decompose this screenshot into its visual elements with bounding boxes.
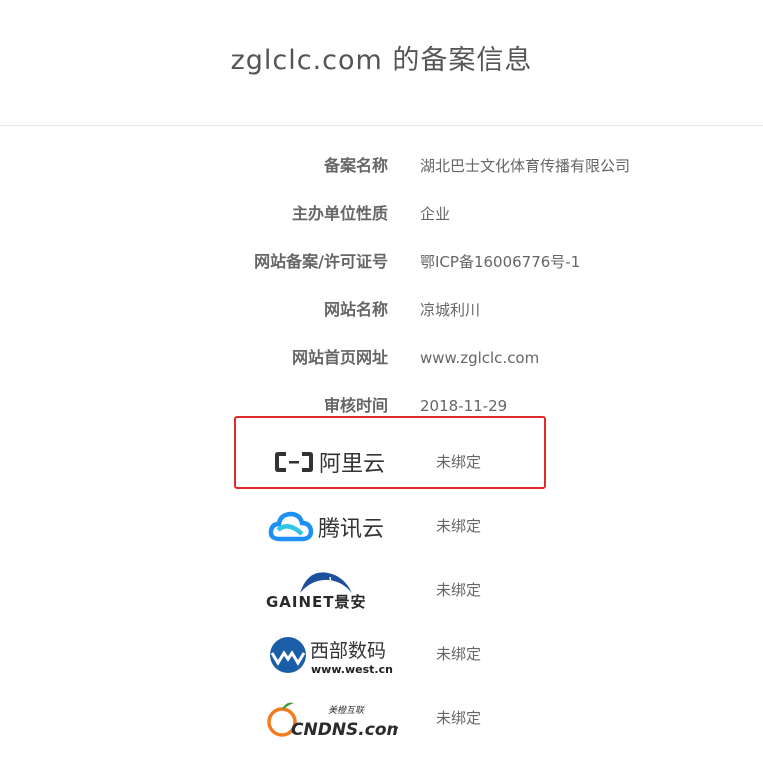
provider-status: 未绑定 [436, 645, 482, 663]
record-value: 湖北巴士文化体育传播有限公司 [420, 157, 631, 175]
provider-row-gainet: GAINET景安 未绑定 [0, 565, 763, 615]
tencent-logo-text: 腾讯云 [318, 517, 384, 542]
record-value: 凉城利川 [420, 301, 481, 319]
record-row-license: 网站备案/许可证号 鄂ICP备16006776号-1 [0, 247, 763, 277]
provider-row-tencent: 腾讯云 未绑定 [0, 501, 763, 551]
record-label: 备案名称 [323, 156, 388, 175]
record-row-name: 备案名称 湖北巴士文化体育传播有限公司 [0, 151, 763, 181]
tencent-cloud-logo[interactable]: 腾讯云 [258, 501, 398, 551]
west-logo-subtext: www.west.cn [311, 663, 393, 676]
record-value: 企业 [420, 205, 451, 223]
record-label: 主办单位性质 [291, 204, 388, 223]
provider-row-cndns: 美橙互联 CNDNS.com 未绑定 [0, 693, 763, 743]
header-divider [0, 125, 763, 126]
provider-status: 未绑定 [436, 709, 482, 727]
provider-status: 未绑定 [436, 581, 482, 599]
record-label: 网站名称 [323, 300, 388, 319]
record-row-site-name: 网站名称 凉城利川 [0, 295, 763, 325]
record-value[interactable]: www.zglclc.com [420, 343, 539, 373]
record-row-homepage: 网站首页网址 www.zglclc.com [0, 343, 763, 373]
west-cn-logo[interactable]: 西部数码 www.west.cn [258, 629, 398, 679]
record-row-nature: 主办单位性质 企业 [0, 199, 763, 229]
cndns-logo-subtext: 美橙互联 [328, 705, 365, 716]
cndns-logo[interactable]: 美橙互联 CNDNS.com [258, 693, 404, 743]
provider-status: 未绑定 [436, 517, 482, 535]
west-logo-text: 西部数码 [310, 640, 386, 662]
gainet-logo-text: GAINET景安 [266, 593, 367, 611]
cndns-logo-text: CNDNS.com [291, 720, 398, 740]
aliyun-highlight-box [234, 416, 546, 489]
record-label: 网站备案/许可证号 [254, 252, 388, 271]
page-title: zglclc.com 的备案信息 [230, 45, 533, 76]
record-label: 网站首页网址 [291, 348, 388, 367]
gainet-logo[interactable]: GAINET景安 [258, 565, 398, 615]
provider-row-west: 西部数码 www.west.cn 未绑定 [0, 629, 763, 679]
record-value: 鄂ICP备16006776号-1 [420, 253, 581, 271]
